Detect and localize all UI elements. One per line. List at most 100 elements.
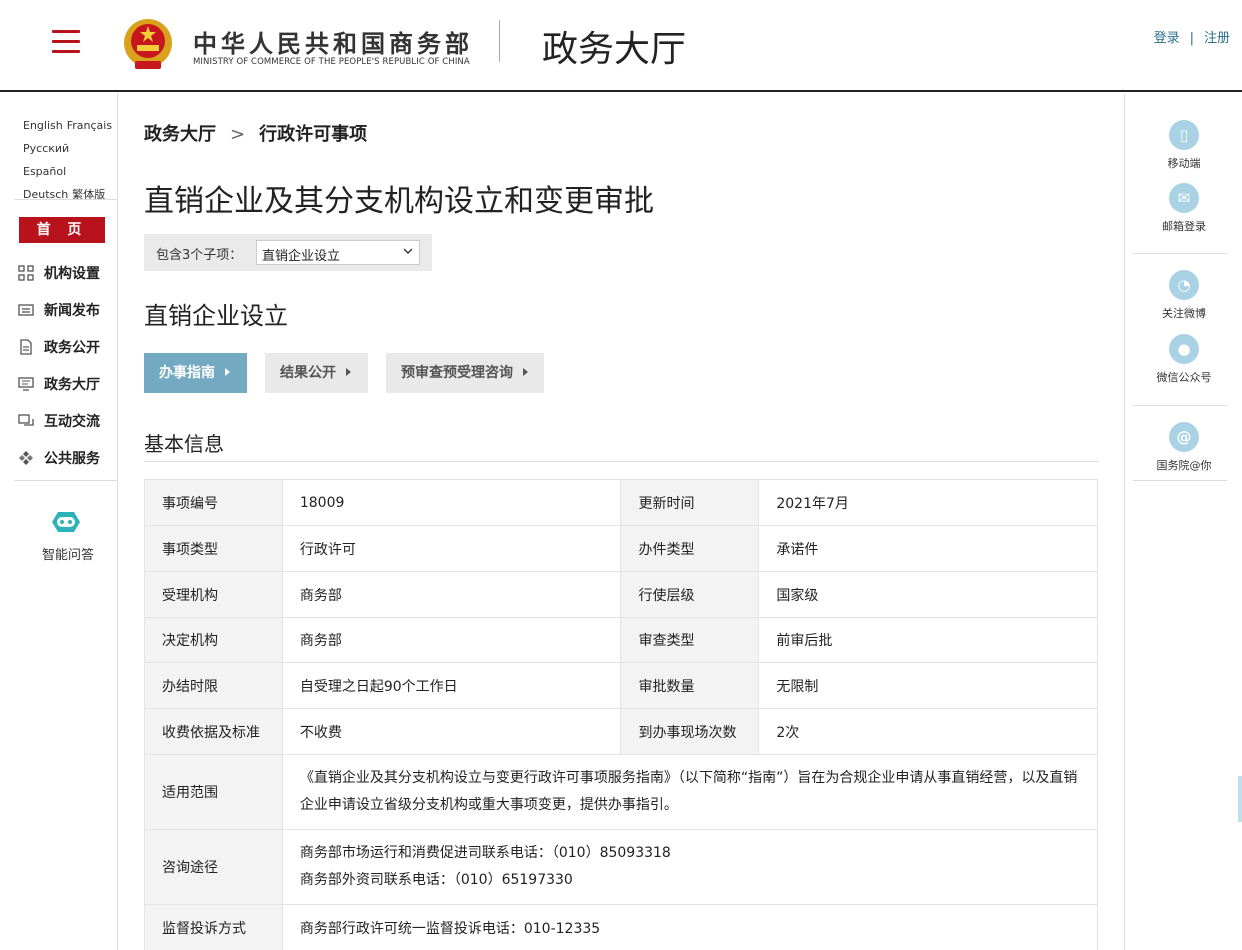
- table-value: 承诺件: [758, 525, 1098, 572]
- right-sidebar: ▯ 移动端 ✉ 邮箱登录 ◔ 关注微博 ● 微信公众号 @ 国务院@你: [1124, 94, 1242, 950]
- sidebar-item-news[interactable]: 新闻发布: [18, 291, 118, 328]
- sidebar-item-disclosure[interactable]: 政务公开: [18, 328, 118, 365]
- weibo-tool[interactable]: ◔ 关注微博: [1125, 270, 1242, 321]
- consult-line: 商务部市场运行和消费促进司联系电话：（010）85093318: [299, 845, 671, 861]
- table-row: 咨询途径 商务部市场运行和消费促进司联系电话：（010）85093318 商务部…: [144, 829, 1099, 905]
- table-value: 无限制: [758, 662, 1098, 709]
- mail-tool[interactable]: ✉ 邮箱登录: [1125, 183, 1242, 234]
- table-row: 事项编号 18009 更新时间 2021年7月: [144, 479, 1098, 526]
- subitem-select[interactable]: 直销企业设立: [256, 240, 420, 265]
- state-council-tool[interactable]: @ 国务院@你: [1125, 422, 1242, 473]
- tab-guide[interactable]: 办事指南: [144, 353, 247, 393]
- mobile-tool[interactable]: ▯ 移动端: [1125, 120, 1242, 171]
- tab-label: 结果公开: [280, 365, 336, 381]
- table-key: 事项类型: [144, 525, 283, 572]
- chevron-down-icon: [403, 248, 413, 254]
- table-value: 自受理之日起90个工作日: [281, 662, 622, 709]
- table-row: 办结时限 自受理之日起90个工作日 审批数量 无限制: [144, 662, 1098, 709]
- at-icon: @: [1169, 422, 1199, 452]
- grid-icon: [18, 264, 34, 281]
- menu-icon[interactable]: [52, 30, 80, 56]
- lang-spanish[interactable]: Español: [23, 160, 66, 183]
- lang-russian[interactable]: Русский: [23, 137, 69, 160]
- table-key: 审批数量: [620, 662, 760, 709]
- ai-assistant-label[interactable]: 智能问答: [42, 544, 94, 563]
- table-key: 监督投诉方式: [144, 904, 283, 950]
- table-key: 办结时限: [144, 662, 283, 709]
- breadcrumb-root[interactable]: 政务大厅: [144, 124, 216, 145]
- tab-results[interactable]: 结果公开: [265, 353, 368, 393]
- hall-title: 政务大厅: [542, 29, 687, 70]
- table-value: 2次: [758, 708, 1098, 755]
- table-key: 办件类型: [620, 525, 760, 572]
- wechat-tool[interactable]: ● 微信公众号: [1125, 334, 1242, 385]
- caret-right-icon: [523, 368, 528, 376]
- sidebar-item-interaction[interactable]: 互动交流: [18, 402, 118, 439]
- section-title: 直销企业设立: [144, 302, 288, 330]
- tab-label: 预审查预受理咨询: [401, 365, 513, 381]
- table-value: 商务部: [281, 571, 622, 618]
- lang-english[interactable]: English: [23, 114, 63, 137]
- basic-info-title: 基本信息: [144, 432, 224, 456]
- header-divider: [499, 20, 500, 62]
- table-row: 适用范围 《直销企业及其分支机构设立与变更行政许可事项服务指南》（以下简称“指南…: [144, 754, 1099, 830]
- lang-traditional-chinese[interactable]: 繁体版: [72, 183, 105, 206]
- sidebar-item-public-service[interactable]: 公共服务: [18, 439, 118, 476]
- table-key: 收费依据及标准: [144, 708, 283, 755]
- table-key: 咨询途径: [144, 829, 283, 905]
- site-header: 中华人民共和国商务部 MINISTRY OF COMMERCE OF THE P…: [0, 0, 1242, 92]
- sidebar-item-label: 公共服务: [44, 450, 100, 467]
- table-row: 监督投诉方式 商务部行政许可统一监督投诉电话：010-12335: [144, 904, 1099, 950]
- tool-label: 微信公众号: [1156, 371, 1212, 384]
- tab-pre-review[interactable]: 预审查预受理咨询: [386, 353, 544, 393]
- auth-links: 登录 | 注册: [1154, 27, 1230, 46]
- table-row: 受理机构 商务部 行使层级 国家级: [144, 571, 1098, 618]
- table-key: 适用范围: [144, 754, 283, 830]
- table-value: 不收费: [281, 708, 622, 755]
- table-key: 行使层级: [620, 571, 760, 618]
- chat-icon: [18, 413, 34, 426]
- table-row: 收费依据及标准 不收费 到办事现场次数 2次: [144, 708, 1098, 755]
- table-value: 商务部行政许可统一监督投诉电话：010-12335: [281, 904, 1099, 950]
- tool-label: 国务院@你: [1156, 459, 1212, 472]
- register-link[interactable]: 注册: [1204, 31, 1230, 46]
- sidebar-item-organization[interactable]: 机构设置: [18, 254, 118, 291]
- service-icon: [19, 450, 33, 465]
- brand-name-cn[interactable]: 中华人民共和国商务部: [193, 24, 473, 59]
- sidebar-divider: [14, 480, 118, 481]
- tool-label: 移动端: [1167, 157, 1201, 170]
- sidebar-item-label: 互动交流: [44, 413, 100, 430]
- scrollbar-thumb[interactable]: [1238, 776, 1242, 822]
- basic-info-divider: [144, 461, 1098, 462]
- mobile-icon: ▯: [1169, 120, 1199, 150]
- breadcrumb-current[interactable]: 行政许可事项: [259, 124, 367, 145]
- table-value: 商务部: [281, 617, 622, 663]
- language-switcher: English Français РусскийEspañol Deutsch 繁体…: [23, 114, 118, 206]
- table-row: 事项类型 行政许可 办件类型 承诺件: [144, 525, 1098, 572]
- sidebar-item-label: 机构设置: [44, 265, 100, 282]
- sidebar-item-hall[interactable]: 政务大厅: [18, 365, 118, 402]
- tool-label: 邮箱登录: [1162, 220, 1206, 233]
- subitem-selected-value: 直销企业设立: [262, 249, 341, 264]
- lang-german[interactable]: Deutsch: [23, 183, 68, 206]
- left-sidebar: English Français РусскийEspañol Deutsch 繁体…: [0, 94, 118, 950]
- table-value: 《直销企业及其分支机构设立与变更行政许可事项服务指南》（以下简称“指南”）旨在为…: [281, 754, 1099, 830]
- national-emblem-icon[interactable]: [122, 17, 174, 73]
- document-icon: [20, 338, 32, 355]
- caret-right-icon: [225, 368, 230, 376]
- login-link[interactable]: 登录: [1154, 31, 1180, 46]
- table-value: 国家级: [758, 571, 1098, 618]
- table-key: 审查类型: [620, 617, 760, 663]
- table-key: 到办事现场次数: [620, 708, 760, 755]
- home-button[interactable]: 首 页: [19, 217, 105, 243]
- sidebar-divider: [14, 199, 118, 200]
- tool-divider: [1133, 480, 1227, 481]
- table-value: 前审后批: [758, 617, 1098, 663]
- table-value: 18009: [281, 479, 622, 526]
- subitem-label: 包含3个子项：: [156, 248, 243, 263]
- lang-french[interactable]: Français: [67, 114, 112, 137]
- table-value: 行政许可: [281, 525, 622, 572]
- tool-divider: [1133, 253, 1227, 254]
- table-key: 受理机构: [144, 571, 283, 618]
- robot-icon[interactable]: [47, 508, 85, 536]
